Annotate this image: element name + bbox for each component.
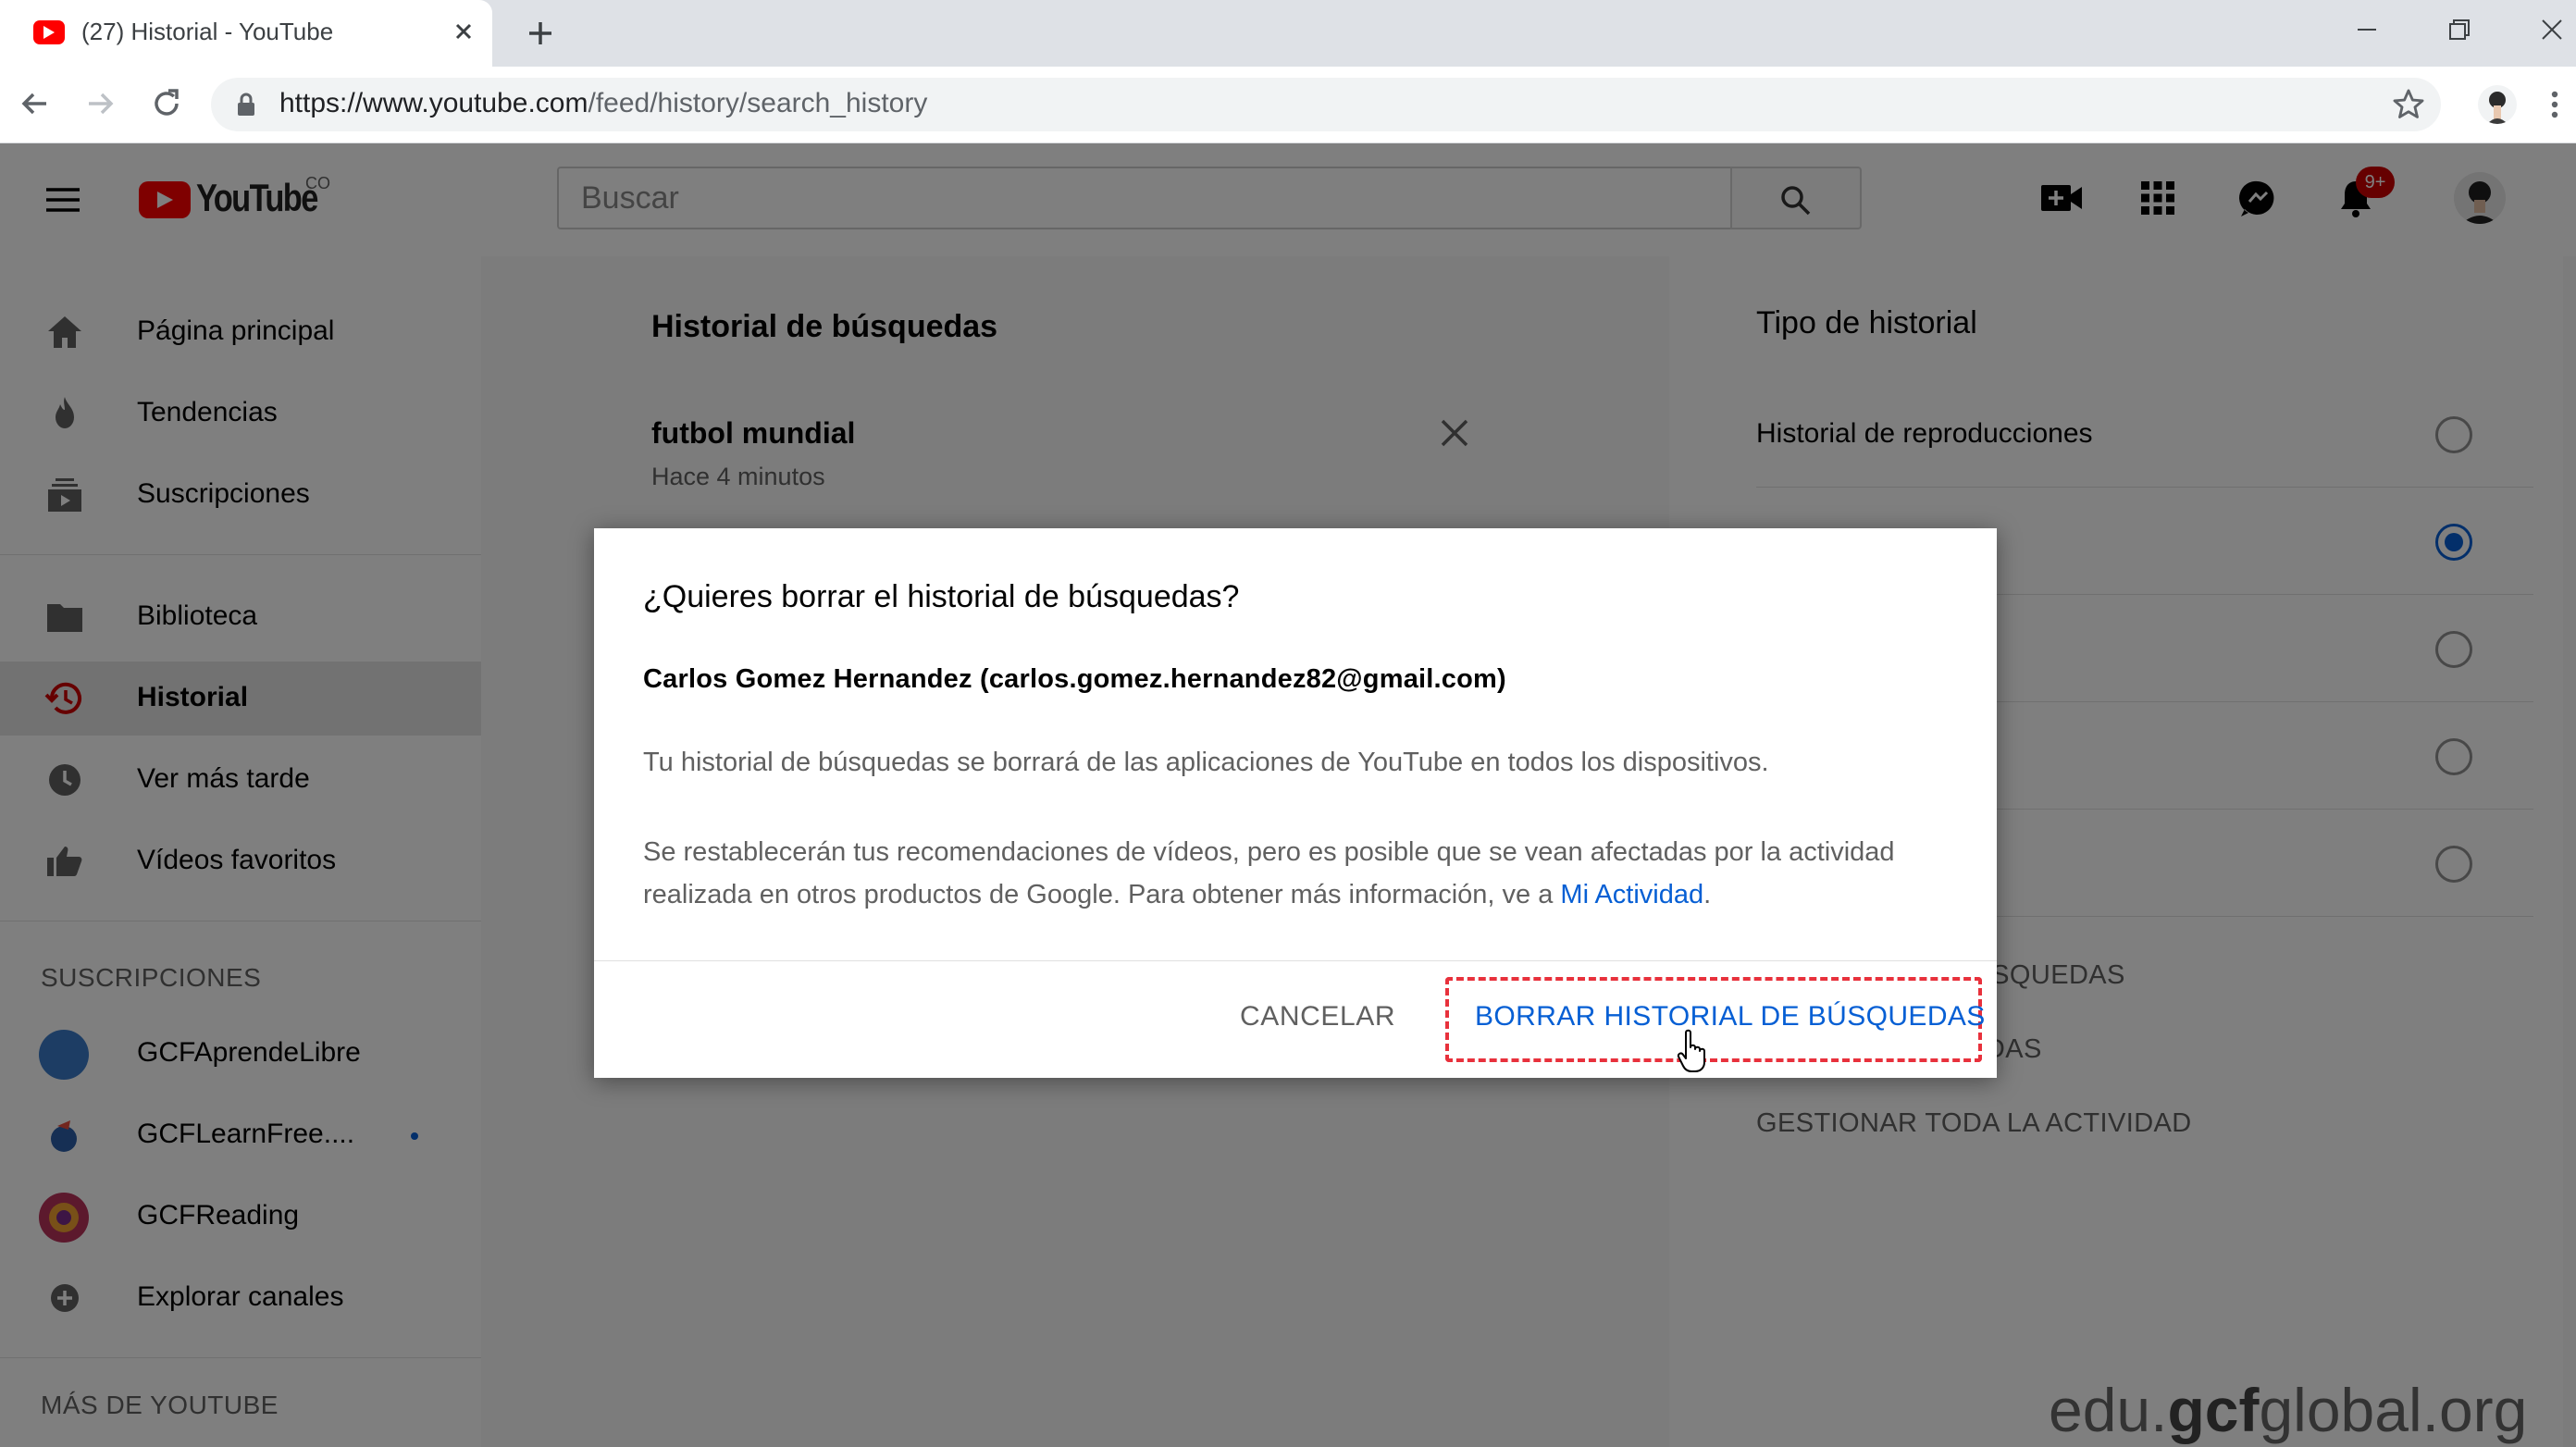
tab-title: (27) Historial - YouTube (81, 18, 334, 45)
browser-tab[interactable]: (27) Historial - YouTube (0, 0, 492, 67)
clear-search-history-button[interactable]: BORRAR HISTORIAL DE BÚSQUEDAS (1475, 1001, 1986, 1033)
browser-menu-icon[interactable] (2539, 87, 2570, 122)
bookmark-star-icon[interactable] (2391, 87, 2426, 122)
watermark-suffix: global.org (2259, 1376, 2528, 1444)
back-arrow-icon[interactable] (17, 85, 54, 122)
hand-cursor-icon (1677, 1029, 1710, 1073)
url-path: /feed/history/search_history (588, 88, 928, 118)
my-activity-link[interactable]: Mi Actividad (1560, 880, 1703, 909)
dialog-divider (594, 960, 1997, 961)
dialog-paragraph-end: . (1703, 880, 1712, 909)
lock-icon[interactable] (235, 93, 257, 117)
url-text[interactable]: https://www.youtube.com/feed/history/sea… (279, 88, 927, 119)
browser-profile-avatar[interactable] (2478, 85, 2517, 124)
gcfglobal-watermark: edu.gcfglobal.org (2049, 1375, 2527, 1445)
restore-window-icon[interactable] (2443, 13, 2476, 46)
watermark-brand: gcf (2167, 1376, 2260, 1444)
new-tab-plus-icon[interactable] (522, 15, 559, 52)
reload-icon[interactable] (148, 85, 185, 122)
close-icon[interactable] (448, 16, 479, 47)
dialog-paragraph: Tu historial de búsquedas se borrará de … (643, 748, 1769, 777)
watermark-prefix: edu. (2049, 1376, 2168, 1444)
youtube-favicon-icon (33, 20, 65, 44)
forward-arrow-icon[interactable] (81, 85, 118, 122)
url-host: https://www.youtube.com (279, 88, 588, 118)
minimize-icon[interactable] (2350, 13, 2384, 46)
dialog-paragraph: Se restablecerán tus recomendaciones de … (643, 831, 1957, 916)
window-close-icon[interactable] (2535, 13, 2569, 46)
dialog-account: Carlos Gomez Hernandez (carlos.gomez.her… (643, 664, 1506, 694)
dialog-title: ¿Quieres borrar el historial de búsqueda… (643, 579, 1240, 614)
cancel-button[interactable]: CANCELAR (1240, 1001, 1395, 1033)
